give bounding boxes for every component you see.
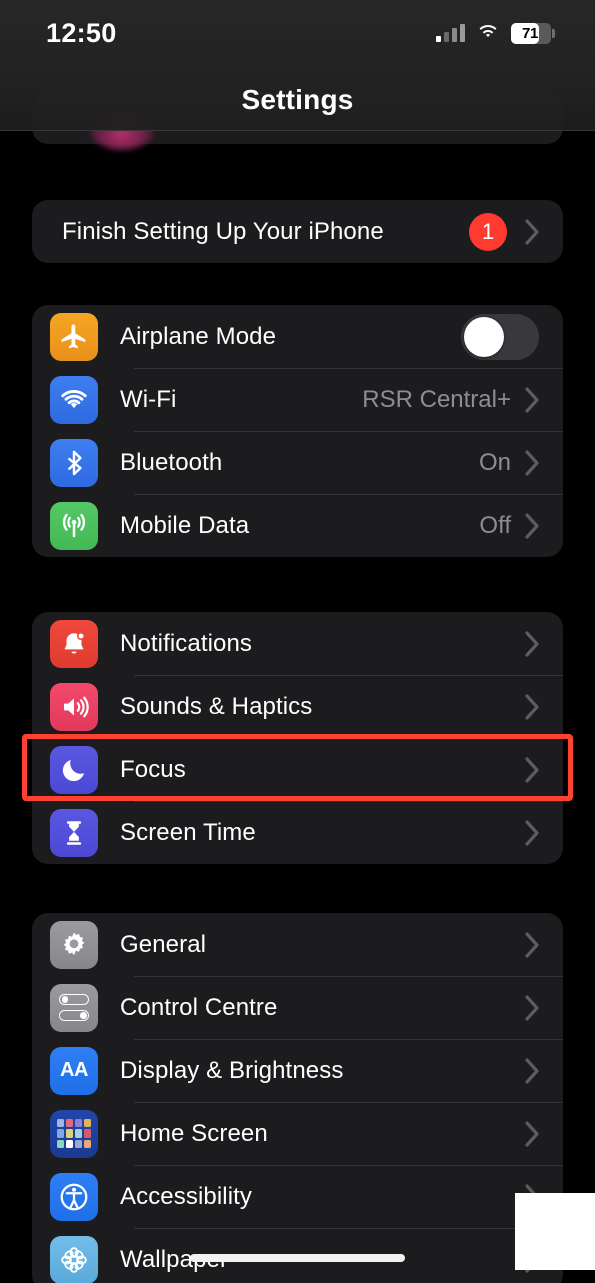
iphone-settings-screen: Finish Setting Up Your iPhone 1 Airplane… (0, 0, 595, 1283)
section-alerts: Notifications Sounds & Haptics Focus Scr… (32, 612, 563, 864)
row-label: Display & Brightness (120, 1056, 344, 1084)
chevron-right-icon (525, 218, 541, 245)
row-label: Control Centre (120, 993, 278, 1021)
text-size-icon: AA (50, 1046, 98, 1095)
flower-icon (50, 1235, 98, 1283)
chevron-right-icon (525, 994, 541, 1021)
gear-icon (50, 920, 98, 969)
settings-row-mobile-data[interactable]: Mobile Data Off (32, 494, 563, 557)
row-label: Sounds & Haptics (120, 692, 313, 720)
wifi-icon (50, 375, 98, 424)
settings-row-wifi[interactable]: Wi-Fi RSR Central+ (32, 368, 563, 431)
settings-row-focus[interactable]: Focus (32, 738, 563, 801)
row-label: Bluetooth (120, 448, 223, 476)
section-connectivity: Airplane Mode Wi-Fi RSR Central+ Bluetoo… (32, 305, 563, 557)
settings-row-sounds-haptics[interactable]: Sounds & Haptics (32, 675, 563, 738)
speaker-icon (50, 682, 98, 731)
settings-row-general[interactable]: General (32, 913, 563, 976)
chevron-right-icon (525, 1057, 541, 1084)
chevron-right-icon (525, 819, 541, 846)
settings-row-home-screen[interactable]: Home Screen (32, 1102, 563, 1165)
settings-row-bluetooth[interactable]: Bluetooth On (32, 431, 563, 494)
row-label: Finish Setting Up Your iPhone (62, 217, 384, 245)
row-label: Focus (120, 755, 186, 783)
hourglass-icon (50, 808, 98, 857)
chevron-right-icon (525, 1120, 541, 1147)
section-system: General Control Centre AA Display & Brig… (32, 913, 563, 1283)
battery-percent: 71 (521, 24, 539, 42)
chevron-right-icon (525, 512, 541, 539)
settings-row-airplane-mode[interactable]: Airplane Mode (32, 305, 563, 368)
settings-row-screen-time[interactable]: Screen Time (32, 801, 563, 864)
app-grid-icon (50, 1109, 98, 1158)
wifi-icon (476, 24, 500, 42)
status-badge: 1 (469, 212, 507, 251)
airplane-mode-toggle[interactable] (461, 313, 539, 360)
settings-row-finish-setup[interactable]: Finish Setting Up Your iPhone 1 (32, 200, 563, 263)
cellular-signal-icon (436, 24, 465, 42)
status-time: 12:50 (46, 17, 117, 48)
row-label: Mobile Data (120, 511, 250, 539)
toggles-icon (50, 983, 98, 1032)
settings-row-accessibility[interactable]: Accessibility (32, 1165, 563, 1228)
chevron-right-icon (525, 756, 541, 783)
moon-icon (50, 745, 98, 794)
chevron-right-icon (525, 386, 541, 413)
chevron-right-icon (525, 449, 541, 476)
row-label: Screen Time (120, 818, 256, 846)
chevron-right-icon (525, 630, 541, 657)
status-indicators: 71 (436, 22, 555, 44)
page-title: Settings (241, 84, 354, 115)
row-value: On (478, 448, 511, 476)
settings-row-notifications[interactable]: Notifications (32, 612, 563, 675)
bell-icon (50, 619, 98, 668)
row-label: Airplane Mode (120, 322, 277, 350)
battery-icon: 71 (511, 22, 555, 44)
chevron-right-icon (525, 931, 541, 958)
row-label: General (120, 930, 207, 958)
status-bar: 12:50 71 (0, 0, 595, 66)
airplane-icon (50, 312, 98, 361)
cellular-icon (50, 501, 98, 550)
row-label: Wi-Fi (120, 385, 177, 413)
row-label: Notifications (120, 629, 253, 657)
row-label: Home Screen (120, 1119, 268, 1147)
white-rectangle-overlay (515, 1193, 595, 1270)
settings-row-display-brightness[interactable]: AA Display & Brightness (32, 1039, 563, 1102)
section-setup: Finish Setting Up Your iPhone 1 (32, 200, 563, 263)
chevron-right-icon (525, 693, 541, 720)
row-value: RSR Central+ (362, 385, 511, 413)
row-value: Off (479, 511, 511, 539)
settings-row-control-centre[interactable]: Control Centre (32, 976, 563, 1039)
home-indicator[interactable] (190, 1254, 405, 1262)
bluetooth-icon (50, 438, 98, 487)
accessibility-icon (50, 1172, 98, 1221)
row-label: Accessibility (120, 1182, 252, 1210)
